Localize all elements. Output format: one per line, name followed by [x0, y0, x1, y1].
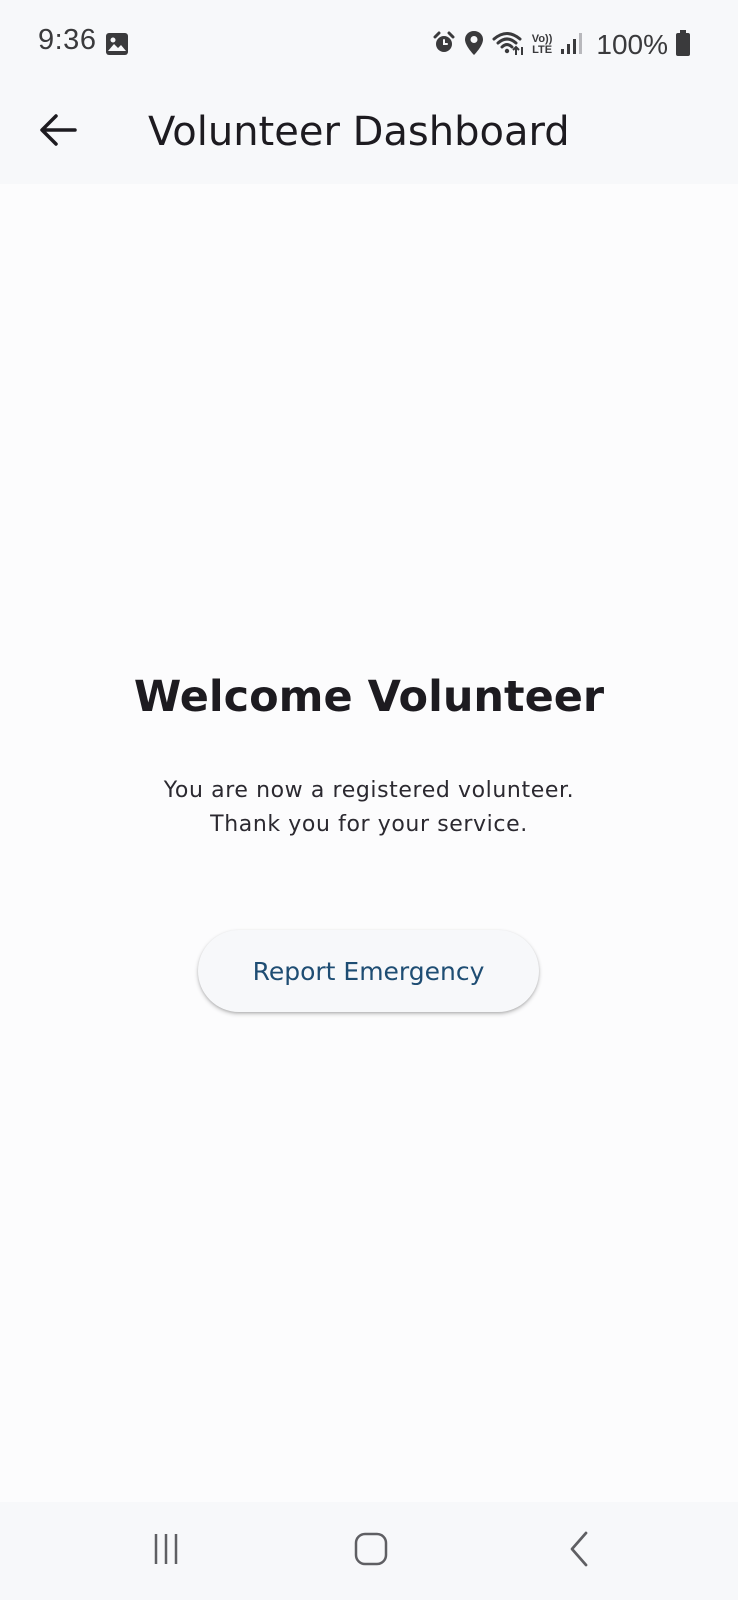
home-button[interactable]	[343, 1526, 399, 1576]
wifi-icon	[492, 30, 524, 60]
screen: 9:36 Vo)) LTE 100% Volunteer Dashboard W…	[0, 0, 738, 1600]
welcome-message-line-2: Thank you for your service.	[210, 812, 528, 837]
status-bar: 9:36 Vo)) LTE 100%	[0, 0, 738, 88]
recent-apps-icon	[148, 1531, 184, 1571]
battery-percent: 100%	[596, 29, 668, 60]
battery-icon	[676, 30, 690, 60]
app-bar: Volunteer Dashboard	[0, 88, 738, 184]
report-emergency-button[interactable]: Report Emergency	[198, 930, 539, 1012]
system-nav-bar	[0, 1502, 738, 1600]
back-icon	[564, 1529, 594, 1573]
page-title: Volunteer Dashboard	[148, 109, 570, 155]
location-icon	[464, 30, 484, 60]
gallery-icon	[105, 32, 129, 56]
volte-icon: Vo)) LTE	[532, 34, 553, 56]
arrow-back-icon	[39, 113, 77, 151]
recent-apps-button[interactable]	[138, 1526, 194, 1576]
back-button[interactable]	[28, 102, 88, 162]
home-icon	[353, 1531, 389, 1571]
volte-label-bottom: LTE	[532, 44, 553, 56]
alarm-icon	[432, 31, 456, 59]
status-time: 9:36	[38, 24, 97, 56]
status-icons: Vo)) LTE 100%	[432, 28, 690, 62]
signal-icon	[560, 31, 586, 59]
welcome-title: Welcome Volunteer	[133, 672, 605, 722]
main-content: Welcome Volunteer You are now a register…	[0, 184, 738, 1502]
welcome-message: You are now a registered volunteer. Than…	[0, 774, 738, 842]
nav-back-button[interactable]	[551, 1526, 607, 1576]
welcome-message-line-1: You are now a registered volunteer.	[163, 778, 575, 803]
